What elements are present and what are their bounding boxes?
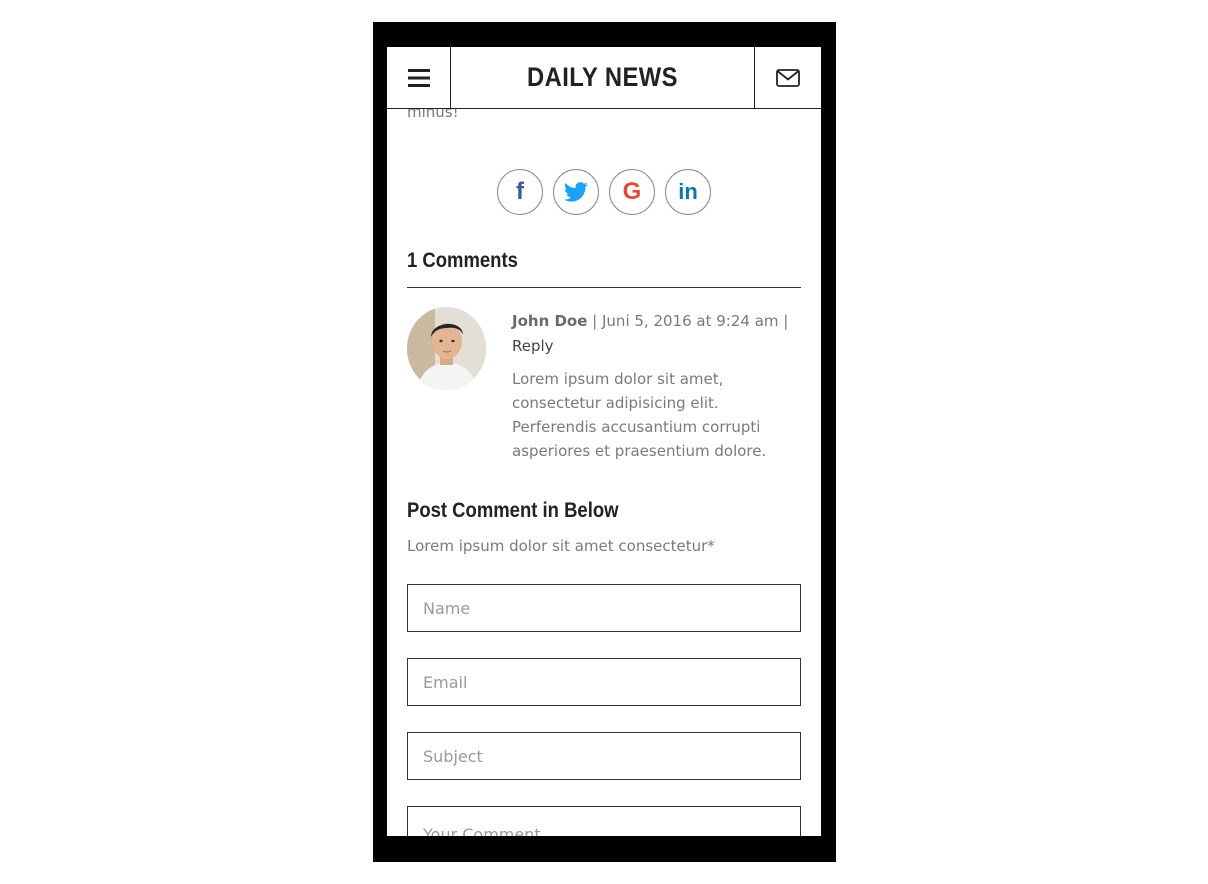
comments-title: 1 Comments	[407, 249, 518, 272]
comment-meta: John Doe | Juni 5, 2016 at 9:24 am | Rep…	[512, 309, 804, 359]
name-input[interactable]	[407, 584, 801, 632]
app-title: DAILY NEWS	[527, 62, 678, 92]
menu-button[interactable]	[387, 47, 451, 108]
envelope-icon	[776, 68, 800, 87]
share-linkedin-button[interactable]: in	[665, 169, 711, 215]
comment-author[interactable]: John Doe	[512, 312, 587, 330]
post-comment-title: Post Comment in Below	[407, 499, 619, 522]
comment-textarea[interactable]	[407, 806, 801, 836]
avatar-portrait	[407, 307, 486, 390]
phone-screen: DAILY NEWS minus! f G in 1 Comments John…	[387, 47, 821, 836]
commenter-avatar	[407, 307, 486, 390]
meta-separator: |	[587, 312, 602, 330]
share-buttons: f G in	[497, 169, 711, 215]
phone-frame: DAILY NEWS minus! f G in 1 Comments John…	[373, 22, 836, 862]
app-header: DAILY NEWS	[387, 47, 821, 109]
linkedin-icon: in	[678, 179, 698, 204]
share-facebook-button[interactable]: f	[497, 169, 543, 215]
post-comment-subtitle: Lorem ipsum dolor sit amet consectetur*	[407, 537, 715, 555]
hamburger-menu-icon	[407, 68, 430, 87]
email-input[interactable]	[407, 658, 801, 706]
comments-divider	[407, 287, 801, 288]
meta-separator-end: |	[778, 312, 789, 330]
share-google-button[interactable]: G	[609, 169, 655, 215]
share-twitter-button[interactable]	[553, 169, 599, 215]
facebook-icon: f	[516, 178, 524, 205]
mail-button[interactable]	[754, 47, 821, 108]
comment-body: Lorem ipsum dolor sit amet, consectetur …	[512, 370, 767, 460]
comment-date: Juni 5, 2016 at 9:24 am	[602, 312, 779, 330]
twitter-bird-icon	[564, 182, 588, 202]
google-icon: G	[622, 178, 642, 205]
reply-link[interactable]: Reply	[512, 337, 554, 355]
subject-input[interactable]	[407, 732, 801, 780]
